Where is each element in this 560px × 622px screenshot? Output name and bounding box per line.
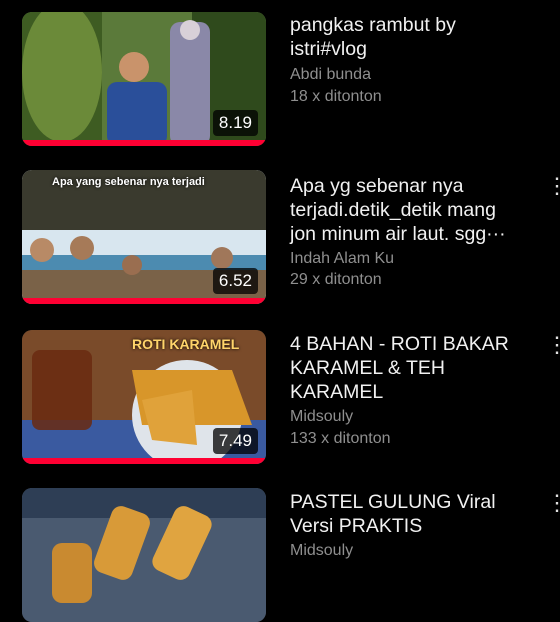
thumbnail-image [22,488,266,622]
duration-badge: 6.52 [212,268,258,294]
channel-name[interactable]: Abdi bunda [290,66,371,84]
video-title[interactable]: PASTEL GULUNG Viral Versi PRAKTIS [290,490,530,538]
view-count: 18 x ditonton [290,88,382,105]
video-thumbnail[interactable] [22,488,266,622]
video-title[interactable]: Apa yg sebenar nya terjadi.detik_detik m… [290,174,530,246]
video-item[interactable]: Apa yang sebenar nya terjadi 6.52 Apa yg… [0,160,560,310]
video-item[interactable]: ROTI KARAMEL 7.49 4 BAHAN - ROTI BAKAR K… [0,320,560,470]
more-vertical-icon[interactable]: ⋮ [546,334,560,356]
thumbnail-caption: Apa yang sebenar nya terjadi [52,176,205,188]
view-count: 133 x ditonton [290,430,391,447]
watch-progress-bar [22,140,266,146]
watch-progress-bar [22,298,266,304]
channel-name[interactable]: Indah Alam Ku [290,250,394,268]
video-thumbnail[interactable]: Apa yang sebenar nya terjadi 6.52 [22,170,266,304]
video-title[interactable]: pangkas rambut by istri#vlog [290,13,530,61]
thumbnail-caption: ROTI KARAMEL [132,336,240,352]
video-title[interactable]: 4 BAHAN - ROTI BAKAR KARAMEL & TEH KARAM… [290,332,530,404]
watch-progress-bar [22,458,266,464]
more-vertical-icon[interactable]: ⋮ [546,492,560,514]
more-vertical-icon[interactable]: ⋮ [546,175,560,197]
video-item[interactable]: PASTEL GULUNG Viral Versi PRAKTIS Midsou… [0,480,560,622]
duration-badge: 7.49 [212,428,258,454]
view-count: 29 x ditonton [290,271,382,288]
video-thumbnail[interactable]: 8.19 [22,12,266,146]
video-thumbnail[interactable]: ROTI KARAMEL 7.49 [22,330,266,464]
channel-name[interactable]: Midsouly [290,408,353,426]
channel-name[interactable]: Midsouly [290,542,353,560]
duration-badge: 8.19 [212,110,258,136]
video-item[interactable]: 8.19 pangkas rambut by istri#vlog Abdi b… [0,0,560,150]
